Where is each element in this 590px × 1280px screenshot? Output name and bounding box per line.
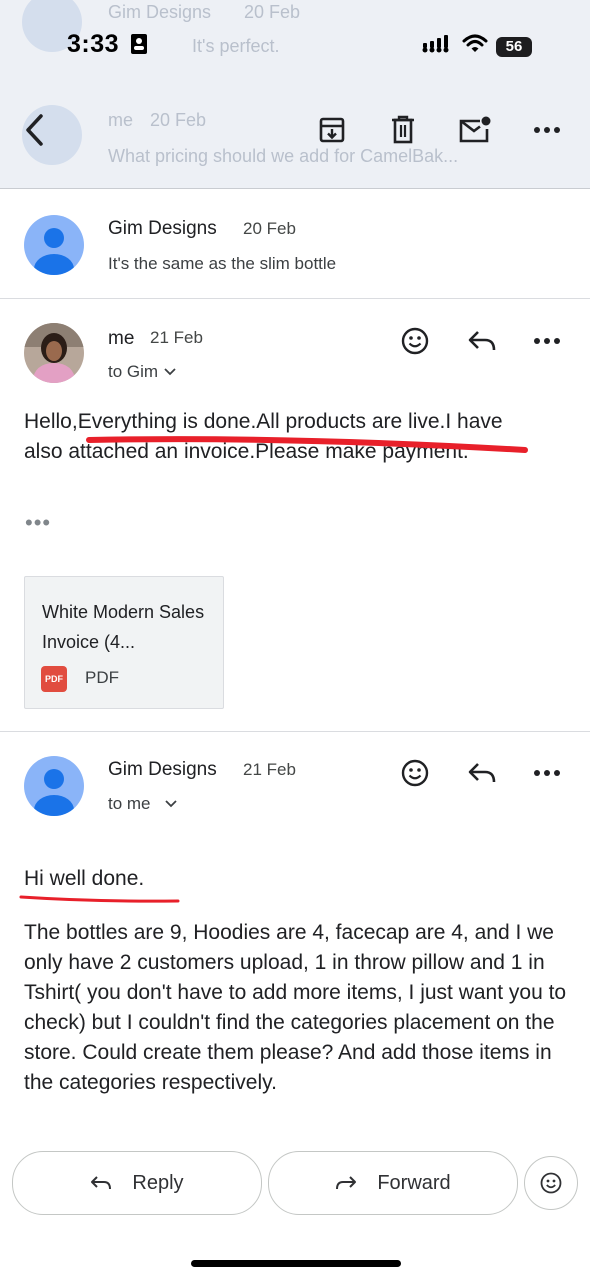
wifi-icon [462, 34, 488, 59]
emoji-icon [401, 327, 429, 355]
recipients-label: to me [108, 794, 151, 813]
reply-icon-button[interactable] [460, 751, 504, 795]
message-date: 21 Feb [150, 328, 203, 347]
react-emoji-button[interactable] [524, 1156, 578, 1210]
focus-mode-icon [130, 33, 148, 60]
faded-date: 20 Feb [244, 2, 301, 22]
recipients-toggle[interactable]: to Gim [108, 362, 176, 382]
recipients-label: to Gim [108, 362, 159, 381]
forward-label: Forward [377, 1171, 451, 1194]
attachment-card[interactable]: White Modern Sales Invoice (4... PDF PDF [24, 576, 224, 709]
battery-icon: 56 [496, 36, 532, 57]
sender-name: Gim Designs [108, 218, 217, 239]
attachment-name: White Modern Sales Invoice (4... [42, 602, 205, 652]
faded-sender: me [108, 110, 134, 130]
reply-icon [468, 331, 496, 351]
forward-button[interactable]: Forward [268, 1151, 518, 1215]
recipients-toggle[interactable]: to me [108, 794, 177, 814]
back-button[interactable] [12, 108, 56, 152]
avatar-me [24, 323, 84, 383]
avatar [24, 215, 84, 275]
attachment-type: PDF [85, 668, 119, 687]
archive-icon [319, 117, 345, 143]
status-time: 3:33 [67, 30, 120, 58]
profile-photo [24, 323, 84, 383]
pdf-icon: PDF [41, 666, 67, 692]
delete-button[interactable] [381, 108, 425, 152]
collapsed-message[interactable]: Gim Designs 20 Feb It's the same as the … [0, 189, 590, 297]
more-horizontal-icon [534, 338, 560, 344]
faded-sender: Gim Designs [108, 2, 212, 22]
avatar [24, 756, 84, 816]
message-more-button[interactable] [525, 319, 569, 363]
more-options-button[interactable] [525, 108, 569, 152]
chevron-down-icon [164, 368, 176, 376]
reply-icon [468, 763, 496, 783]
person-icon [34, 769, 74, 816]
react-button[interactable] [393, 319, 437, 363]
chevron-down-icon [164, 800, 177, 808]
archive-button[interactable] [310, 108, 354, 152]
reply-label: Reply [132, 1171, 184, 1194]
red-underline-annotation [86, 436, 528, 453]
emoji-icon [540, 1172, 562, 1194]
trash-icon [392, 115, 414, 144]
message-more-button[interactable] [525, 751, 569, 795]
message-greeting: Hi well done. [24, 867, 145, 890]
sender-name: Gim Designs [108, 759, 217, 780]
message-date: 21 Feb [243, 760, 296, 779]
mail-unread-icon [459, 116, 491, 143]
top-bar: Gim Designs 20 Feb It's perfect. me 20 F… [0, 0, 590, 188]
more-horizontal-icon [534, 127, 560, 133]
reply-icon-button[interactable] [460, 319, 504, 363]
person-icon [34, 228, 74, 275]
divider [0, 298, 590, 299]
emoji-icon [401, 759, 429, 787]
message-date: 20 Feb [243, 219, 296, 238]
divider [0, 731, 590, 732]
forward-icon [336, 1176, 357, 1190]
reply-icon [91, 1176, 112, 1190]
show-trimmed-button[interactable]: ••• [25, 510, 51, 536]
signal-icon [422, 34, 454, 59]
reply-button[interactable]: Reply [12, 1151, 262, 1215]
mark-unread-button[interactable] [453, 108, 497, 152]
home-indicator [191, 1260, 401, 1267]
message-snippet: It's the same as the slim bottle [108, 254, 337, 273]
sender-name: me [108, 328, 135, 349]
more-horizontal-icon [534, 770, 560, 776]
faded-snippet: It's perfect. [192, 36, 280, 56]
red-underline-annotation [19, 895, 180, 903]
message-body: The bottles are 9, Hoodies are 4, faceca… [24, 921, 567, 1094]
chevron-left-icon [26, 114, 43, 146]
faded-date: 20 Feb [150, 110, 207, 130]
react-button[interactable] [393, 751, 437, 795]
